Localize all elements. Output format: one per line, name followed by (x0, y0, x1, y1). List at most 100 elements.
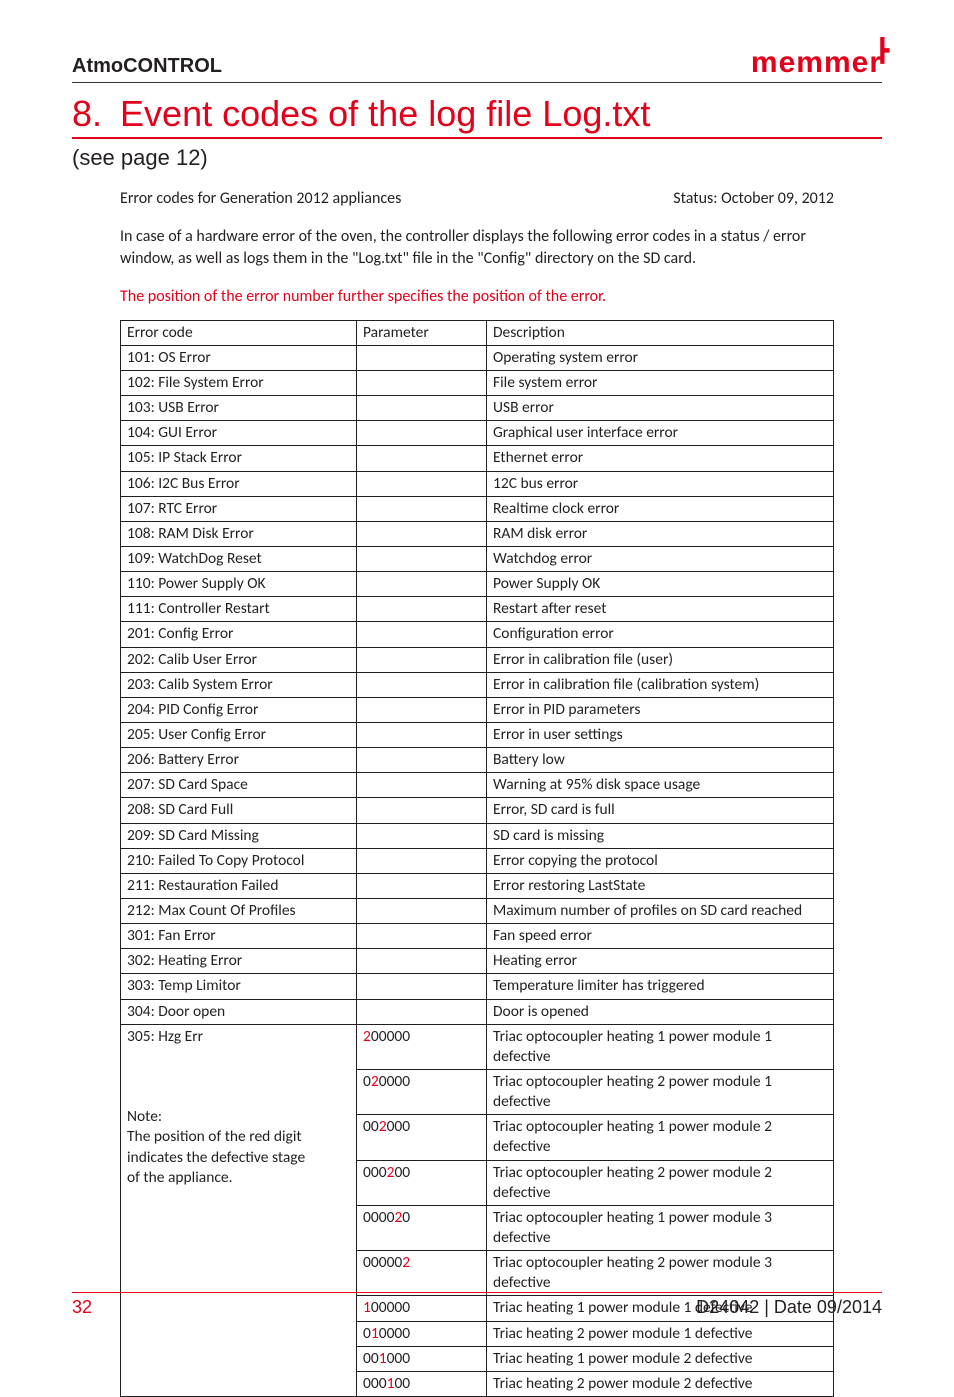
table-row: 111: Controller RestartRestart after res… (121, 597, 834, 622)
cell-description: Triac heating 2 power module 1 defective (487, 1321, 834, 1346)
cell-description: Error in calibration file (calibration s… (487, 672, 834, 697)
meta-row: Error codes for Generation 2012 applianc… (120, 189, 834, 208)
cell-parameter (357, 697, 487, 722)
cell-error-code: 201: Config Error (121, 622, 357, 647)
cell-description: USB error (487, 396, 834, 421)
table-row: 211: Restauration Failed Error restoring … (121, 873, 834, 898)
cell-description: Error in PID parameters (487, 697, 834, 722)
page-number: 32 (72, 1297, 92, 1318)
cell-description: RAM disk error (487, 521, 834, 546)
table-row: 103: USB ErrorUSB error (121, 396, 834, 421)
cell-parameter (357, 572, 487, 597)
cell-description: Realtime clock error (487, 496, 834, 521)
table-row: 106: I2C Bus Error 12C bus error (121, 471, 834, 496)
cell-description: Triac optocoupler heating 2 power module… (487, 1070, 834, 1115)
cell-error-code: 204: PID Config Error (121, 697, 357, 722)
cell-parameter: 010000 (357, 1321, 487, 1346)
table-row: 305: Hzg ErrNote:The position of the red… (121, 1024, 834, 1069)
table-row: 206: Battery Error Battery low (121, 748, 834, 773)
footer-right: D24042 | Date 09/2014 (696, 1297, 882, 1318)
cell-parameter: 002000 (357, 1115, 487, 1160)
cell-parameter (357, 471, 487, 496)
cell-description: Battery low (487, 748, 834, 773)
cell-error-code: 107: RTC Error (121, 496, 357, 521)
cell-parameter (357, 647, 487, 672)
table-row: 201: Config Error Configuration error (121, 622, 834, 647)
cell-error-code: 209: SD Card Missing (121, 823, 357, 848)
cell-hzg-note: 305: Hzg ErrNote:The position of the red… (121, 1024, 357, 1396)
cell-error-code: 104: GUI Error (121, 421, 357, 446)
cell-description: Error copying the protocol (487, 848, 834, 873)
table-row: 210: Failed To Copy ProtocolError copyin… (121, 848, 834, 873)
cell-error-code: 109: WatchDog Reset (121, 547, 357, 572)
cell-description: Door is opened (487, 999, 834, 1024)
red-note: The position of the error number further… (120, 287, 834, 306)
cell-description: Configuration error (487, 622, 834, 647)
cell-error-code: 203: Calib System Error (121, 672, 357, 697)
cell-parameter (357, 345, 487, 370)
cell-description: Triac heating 1 power module 2 defective (487, 1346, 834, 1371)
table-row: 202: Calib User ErrorError in calibratio… (121, 647, 834, 672)
subheading: (see page 12) (72, 145, 882, 171)
cell-parameter: 001000 (357, 1346, 487, 1371)
table-row: 107: RTC Error Realtime clock error (121, 496, 834, 521)
table-row: 204: PID Config Error Error in PID parame… (121, 697, 834, 722)
cell-error-code: 303: Temp Limitor (121, 974, 357, 999)
meta-left: Error codes for Generation 2012 applianc… (120, 189, 401, 208)
cell-parameter (357, 622, 487, 647)
cell-description: File system error (487, 371, 834, 396)
cell-parameter: 000100 (357, 1371, 487, 1396)
cell-description: Watchdog error (487, 547, 834, 572)
cell-error-code: 211: Restauration Failed (121, 873, 357, 898)
cell-error-code: 102: File System Error (121, 371, 357, 396)
cell-description: Error in user settings (487, 723, 834, 748)
cell-error-code: 110: Power Supply OK (121, 572, 357, 597)
cell-parameter (357, 421, 487, 446)
table-row: 105: IP Stack ErrorEthernet error (121, 446, 834, 471)
meta-right: Status: October 09, 2012 (673, 189, 834, 208)
cell-error-code: 205: User Config Error (121, 723, 357, 748)
cell-description: Triac optocoupler heating 2 power module… (487, 1251, 834, 1296)
brand-tick-icon: ┣ (876, 40, 890, 62)
cell-description: Error restoring LastState (487, 873, 834, 898)
cell-description: Heating error (487, 949, 834, 974)
cell-error-code: 206: Battery Error (121, 748, 357, 773)
cell-parameter (357, 723, 487, 748)
th-error-code: Error code (121, 320, 357, 345)
intro-paragraph: In case of a hardware error of the oven,… (120, 226, 834, 271)
cell-parameter (357, 748, 487, 773)
table-row: 108: RAM Disk ErrorRAM disk error (121, 521, 834, 546)
cell-description: SD card is missing (487, 823, 834, 848)
brand-text: memmer (751, 46, 882, 79)
cell-description: Graphical user interface error (487, 421, 834, 446)
th-parameter: Parameter (357, 320, 487, 345)
cell-parameter (357, 924, 487, 949)
cell-description: 12C bus error (487, 471, 834, 496)
heading-number: 8. (72, 93, 102, 135)
cell-parameter (357, 547, 487, 572)
section-heading: 8. Event codes of the log file Log.txt (72, 93, 882, 139)
cell-parameter (357, 496, 487, 521)
cell-parameter (357, 597, 487, 622)
cell-description: Temperature limiter has triggered (487, 974, 834, 999)
cell-parameter (357, 672, 487, 697)
table-row: 109: WatchDog Reset Watchdog error (121, 547, 834, 572)
cell-parameter (357, 949, 487, 974)
cell-parameter: 200000 (357, 1024, 487, 1069)
cell-description: Maximum number of profiles on SD card re… (487, 899, 834, 924)
table-row: 302: Heating Error Heating error (121, 949, 834, 974)
cell-parameter: 000200 (357, 1160, 487, 1205)
table-row: 110: Power Supply OKPower Supply OK (121, 572, 834, 597)
cell-description: Ethernet error (487, 446, 834, 471)
cell-error-code: 301: Fan Error (121, 924, 357, 949)
table-row: 203: Calib System Error Error in calibrat… (121, 672, 834, 697)
cell-parameter (357, 999, 487, 1024)
cell-description: Operating system error (487, 345, 834, 370)
cell-error-code: 302: Heating Error (121, 949, 357, 974)
cell-description: Triac heating 2 power module 2 defective (487, 1371, 834, 1396)
table-header-row: Error codeParameterDescription (121, 320, 834, 345)
cell-error-code: 106: I2C Bus Error (121, 471, 357, 496)
cell-description: Restart after reset (487, 597, 834, 622)
table-row: 301: Fan ErrorFan speed error (121, 924, 834, 949)
cell-parameter (357, 873, 487, 898)
